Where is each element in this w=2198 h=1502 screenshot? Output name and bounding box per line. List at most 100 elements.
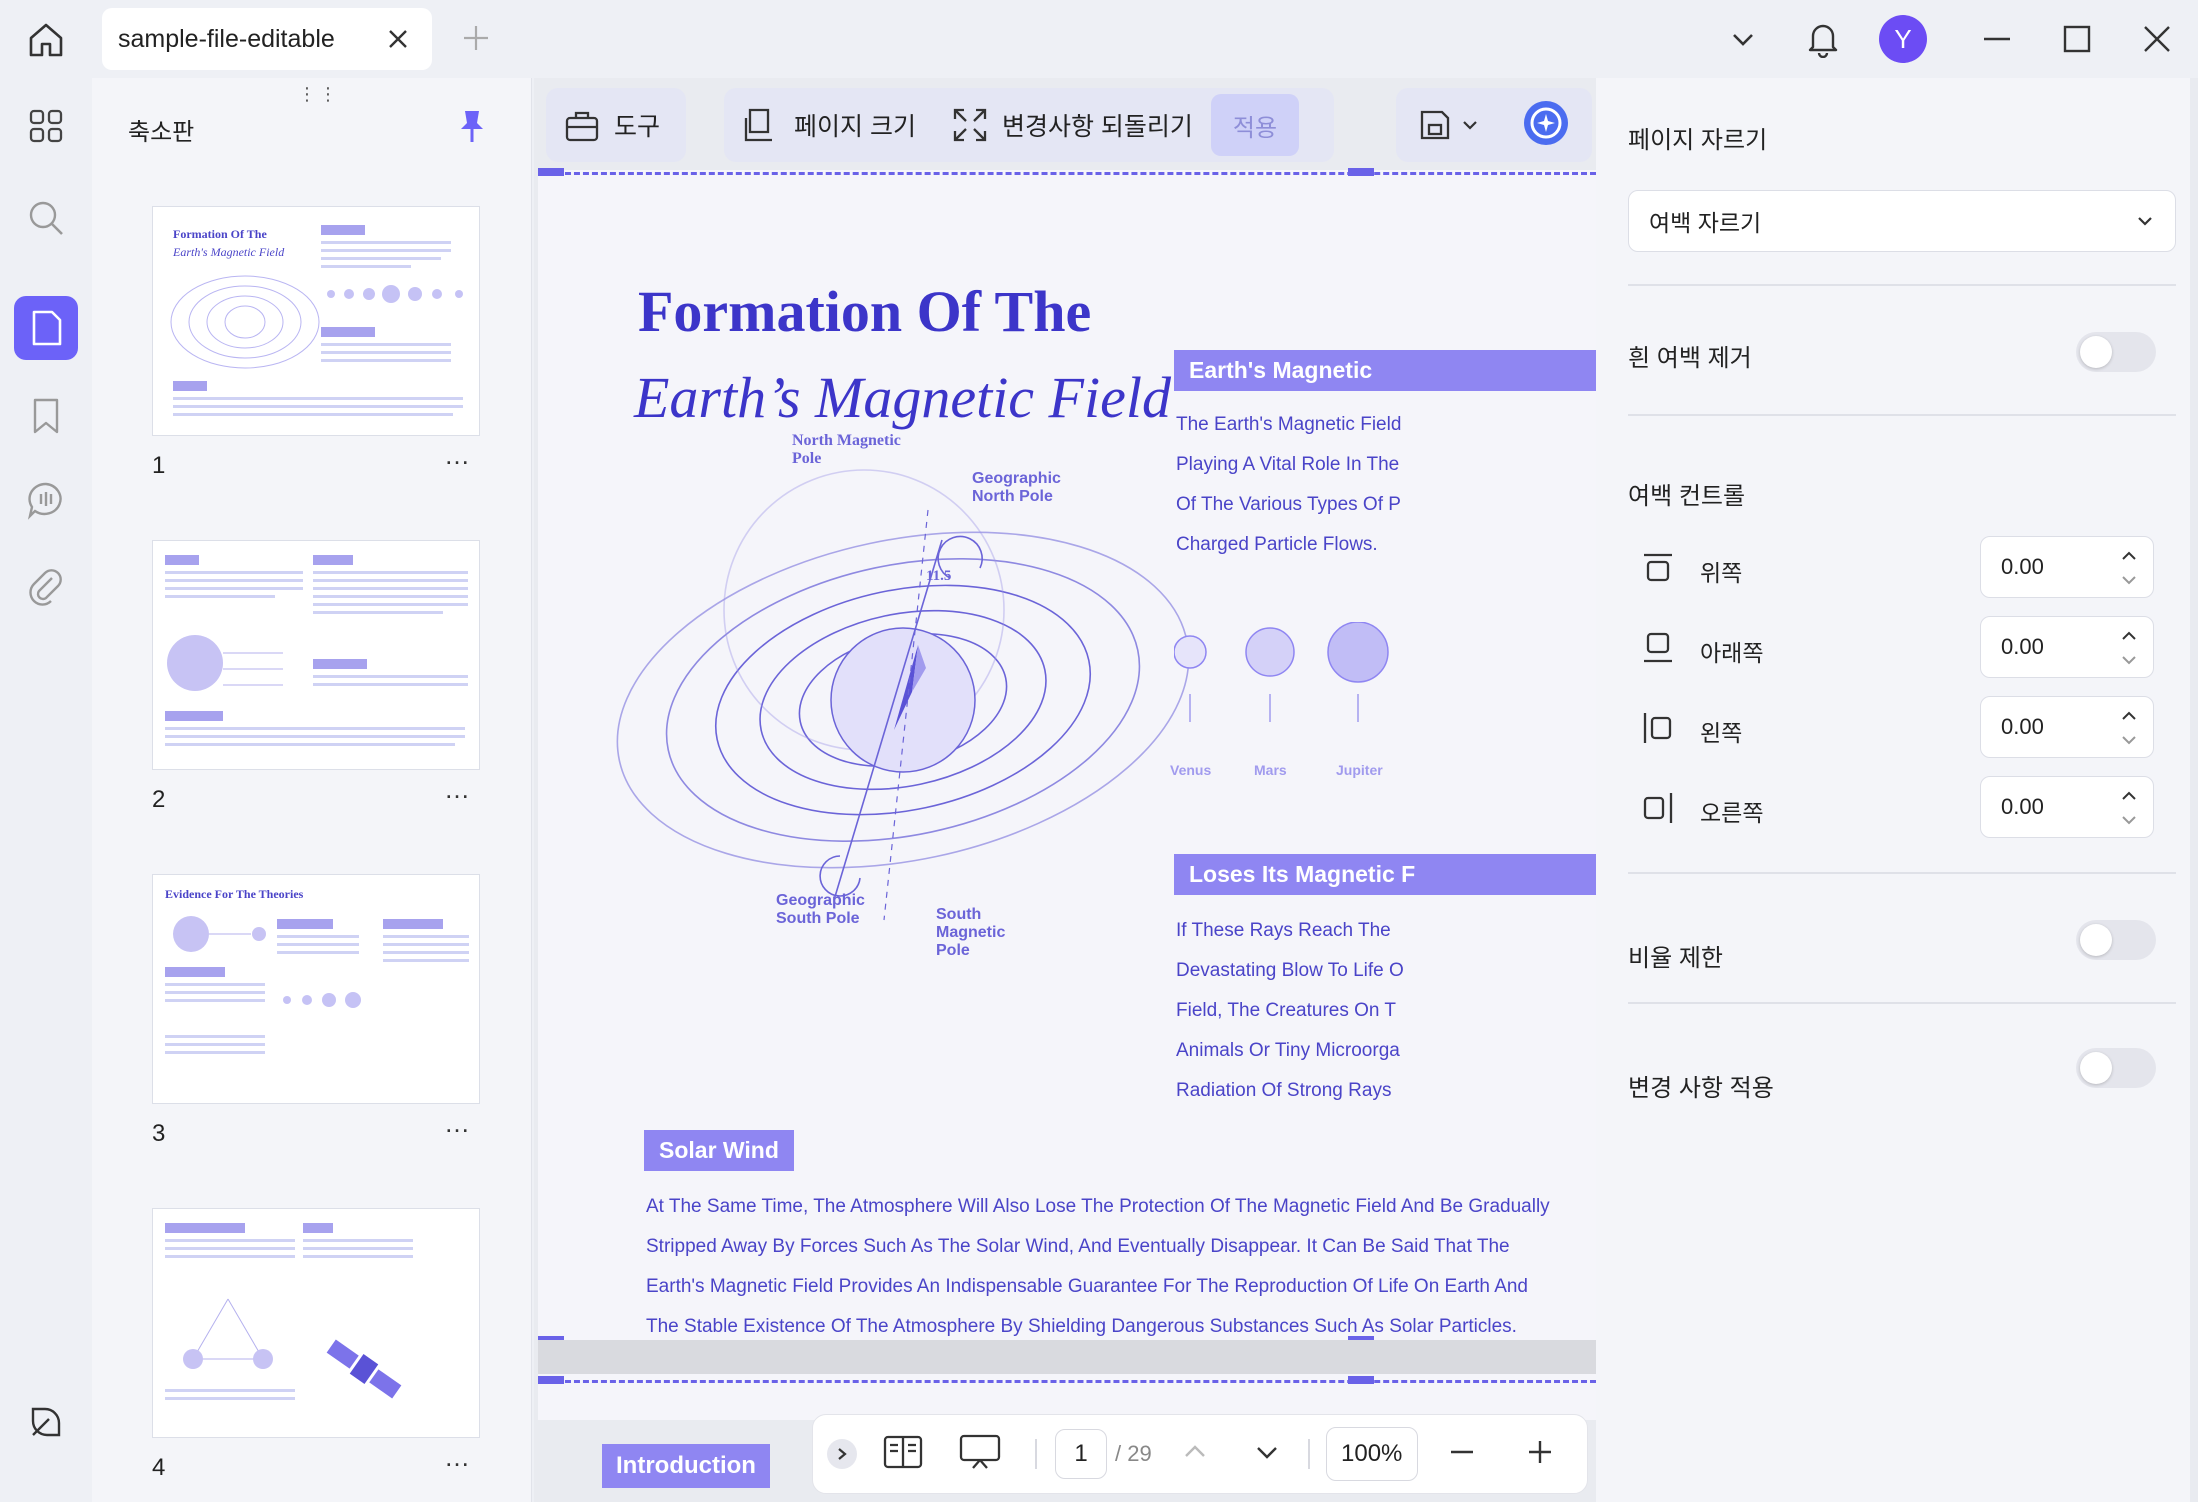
- diagram-angle-label: 11.5: [926, 568, 952, 584]
- revert-changes-label: 변경사항 되돌리기: [1001, 113, 1193, 141]
- thumbnail-tag: [321, 327, 375, 337]
- drag-handle[interactable]: ⋮⋮: [298, 84, 340, 105]
- thumbnail-more-button[interactable]: …: [444, 1108, 472, 1139]
- bell-icon: [1808, 24, 1838, 58]
- tab-close-button[interactable]: [380, 21, 416, 57]
- next-page-button[interactable]: [1254, 1439, 1280, 1470]
- notifications-button[interactable]: [1798, 14, 1848, 64]
- margin-right-icon: [1643, 793, 1673, 823]
- toolbox-icon: [565, 111, 599, 142]
- thumbnail-tag: [173, 381, 207, 391]
- thumbnail-tag: [321, 225, 365, 235]
- ratio-limit-toggle[interactable]: [2076, 920, 2156, 960]
- crop-handle[interactable]: [1348, 168, 1374, 176]
- margin-bottom-input[interactable]: 0.00: [1980, 616, 2154, 678]
- book-layout-icon: [883, 1435, 923, 1468]
- tools-button[interactable]: 도구: [546, 88, 678, 162]
- rail-thumbnails-button[interactable]: [14, 296, 78, 360]
- previous-page-button[interactable]: [1182, 1439, 1208, 1470]
- new-tab-button[interactable]: [458, 20, 494, 56]
- user-avatar-button[interactable]: Y: [1878, 14, 1928, 64]
- page-size-button[interactable]: 페이지 크기: [724, 88, 934, 162]
- thumbnail-text-line: [165, 1397, 295, 1400]
- thumbnail-subheading: Earth's Magnetic Field: [173, 245, 285, 259]
- expand-nav-button[interactable]: [827, 1439, 857, 1469]
- crop-handle[interactable]: [538, 1376, 564, 1384]
- minimize-icon: [1984, 37, 2010, 41]
- thumbnail-text-line: [313, 579, 468, 582]
- separator: [1628, 1002, 2176, 1004]
- zoom-in-button[interactable]: [1526, 1438, 1554, 1471]
- thumbnail-text-line: [165, 1051, 265, 1054]
- margin-top-input[interactable]: 0.00: [1980, 536, 2154, 598]
- close-icon: [2144, 26, 2170, 52]
- section-heading-solar-wind: Solar Wind: [644, 1130, 794, 1171]
- thumbnail-text-line: [165, 595, 275, 598]
- ai-assistant-button[interactable]: [1521, 98, 1571, 153]
- thumbnail-more-button[interactable]: …: [444, 774, 472, 805]
- thumbnail-more-button[interactable]: …: [444, 440, 472, 471]
- document-viewer: Formation Of The Earth’s Magnetic Field …: [534, 78, 1596, 1502]
- crop-handle[interactable]: [538, 168, 564, 176]
- document-tab[interactable]: sample-file-editable: [102, 8, 432, 70]
- loses-text-line: If These Rays Reach The: [1176, 920, 1391, 941]
- earth-text-line: Playing A Vital Role In The: [1176, 454, 1400, 475]
- earth-text-line: Charged Particle Flows.: [1176, 534, 1378, 555]
- title-bar: sample-file-editable Y: [0, 0, 2198, 78]
- margin-right-input[interactable]: 0.00: [1980, 776, 2154, 838]
- home-button[interactable]: [22, 16, 70, 64]
- thumbnail-planets: [283, 992, 361, 1008]
- presentation-button[interactable]: [959, 1434, 1001, 1475]
- earth-text-line: The Earth's Magnetic Field: [1176, 414, 1402, 435]
- rail-apps-button[interactable]: [14, 94, 78, 158]
- maximize-button[interactable]: [2052, 14, 2102, 64]
- thumbnail-page-number: 1: [152, 452, 166, 479]
- save-button[interactable]: [1418, 108, 1478, 142]
- close-window-button[interactable]: [2132, 14, 2182, 64]
- rail-search-button[interactable]: [14, 186, 78, 250]
- apply-changes-toggle[interactable]: [2076, 1048, 2156, 1088]
- stepper-icon[interactable]: [2119, 785, 2139, 831]
- crop-mode-select[interactable]: 여백 자르기: [1628, 190, 2176, 252]
- crop-handle[interactable]: [1348, 1376, 1374, 1384]
- thumbnail-tag: [313, 659, 367, 669]
- revert-changes-button[interactable]: 변경사항 되돌리기: [934, 88, 1211, 162]
- rail-comments-button[interactable]: [14, 468, 78, 532]
- minus-icon: [1450, 1450, 1473, 1453]
- loses-text-line: Devastating Blow To Life O: [1176, 960, 1404, 981]
- stepper-icon[interactable]: [2119, 705, 2139, 751]
- divider: [1035, 1439, 1037, 1469]
- thumbnail-page-4[interactable]: [152, 1208, 480, 1438]
- thumbnail-text-line: [313, 611, 443, 614]
- zoom-out-button[interactable]: [1448, 1438, 1476, 1471]
- thumbnail-tag: [303, 1223, 333, 1233]
- page-number-input[interactable]: 1: [1055, 1429, 1107, 1479]
- remove-white-margin-toggle[interactable]: [2076, 332, 2156, 372]
- thumbnail-text-line: [313, 683, 468, 686]
- stepper-icon[interactable]: [2119, 625, 2139, 671]
- rail-settings-button[interactable]: [14, 1390, 78, 1454]
- dropdown-button[interactable]: [1718, 14, 1768, 64]
- thumbnail-page-1[interactable]: Formation Of The Earth's Magnetic Field: [152, 206, 480, 436]
- rail-bookmarks-button[interactable]: [14, 384, 78, 448]
- margin-left-label: 왼쪽: [1700, 720, 1743, 746]
- minimize-button[interactable]: [1972, 14, 2022, 64]
- margin-left-input[interactable]: 0.00: [1980, 696, 2154, 758]
- crop-top-boundary-next[interactable]: [538, 1380, 1596, 1383]
- thumbnail-heading: Formation Of The: [173, 227, 267, 241]
- crop-top-boundary[interactable]: [538, 172, 1596, 175]
- pin-button[interactable]: [454, 108, 490, 144]
- page-title-line2: Earth’s Magnetic Field: [634, 365, 1171, 430]
- thumbnail-text-line: [165, 571, 303, 574]
- separator: [1628, 414, 2176, 416]
- thumbnail-page-3[interactable]: Evidence For The Theories: [152, 874, 480, 1104]
- thumbnail-text-line: [313, 571, 468, 574]
- apply-button[interactable]: 적용: [1210, 94, 1300, 156]
- thumbnail-page-number: 2: [152, 786, 166, 813]
- page-layout-button[interactable]: [883, 1435, 923, 1474]
- stepper-icon[interactable]: [2119, 545, 2139, 591]
- zoom-level-input[interactable]: 100%: [1325, 1427, 1418, 1481]
- rail-attachments-button[interactable]: [14, 556, 78, 620]
- thumbnail-more-button[interactable]: …: [444, 1442, 472, 1473]
- thumbnail-page-2[interactable]: [152, 540, 480, 770]
